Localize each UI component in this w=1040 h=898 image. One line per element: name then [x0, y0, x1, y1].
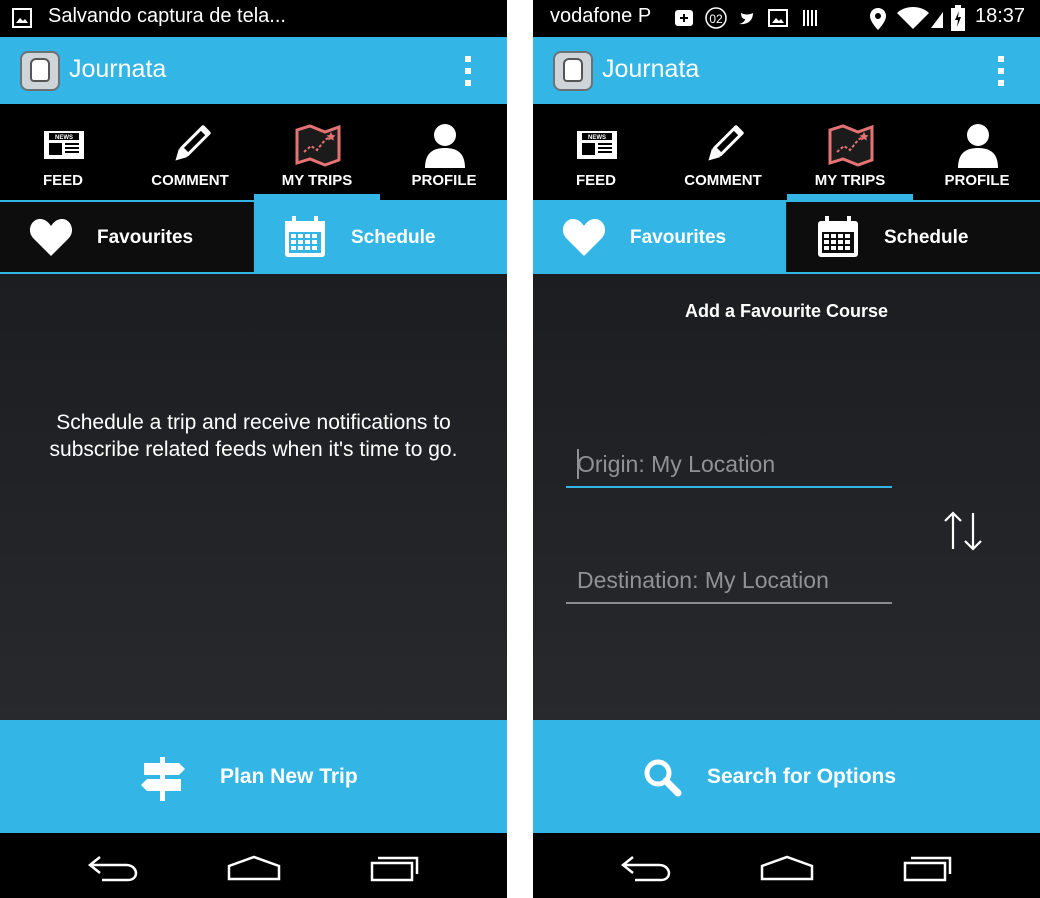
system-nav-bar: [0, 833, 507, 898]
swap-arrows-icon[interactable]: [941, 509, 985, 553]
clock: 18:37: [975, 5, 1026, 27]
tab-schedule-label: Schedule: [351, 227, 436, 248]
active-tab-indicator: [254, 194, 380, 200]
map-icon: [828, 124, 874, 167]
tab-my-trips-label: MY TRIPS: [814, 172, 886, 189]
destination-field[interactable]: [566, 560, 892, 604]
newspaper-icon: NEWS: [44, 131, 84, 159]
calendar-icon: [818, 216, 858, 257]
favourites-content: Add a Favourite Course: [533, 274, 1040, 720]
tab-profile-label: PROFILE: [944, 172, 1010, 189]
tab-comment[interactable]: COMMENT: [660, 104, 786, 200]
right-screen: vodafone P 02 18:37 Journata NEWS FEED C…: [533, 0, 1040, 898]
schedule-message: Schedule a trip and receive notification…: [49, 411, 458, 461]
location-icon: [870, 8, 886, 36]
app-logo: [553, 51, 593, 91]
left-screen: Salvando captura de tela... Journata NEW…: [0, 0, 507, 898]
battery-icon: [951, 5, 965, 37]
signpost-icon: [141, 757, 185, 801]
tab-my-trips[interactable]: MY TRIPS: [254, 104, 380, 200]
heart-icon: [562, 218, 606, 256]
tab-comment[interactable]: COMMENT: [127, 104, 253, 200]
origin-input[interactable]: [566, 444, 892, 484]
system-nav-bar: [533, 833, 1040, 898]
tab-my-trips[interactable]: MY TRIPS: [787, 104, 913, 200]
tab-profile-label: PROFILE: [411, 172, 477, 189]
svg-text:NEWS: NEWS: [588, 135, 606, 141]
status-bar: vodafone P 02 18:37: [533, 0, 1040, 37]
tab-my-trips-label: MY TRIPS: [281, 172, 353, 189]
recent-apps-icon[interactable]: [899, 849, 955, 883]
app-bar: Journata: [533, 37, 1040, 104]
status-text: Salvando captura de tela...: [48, 5, 286, 27]
app-title: Journata: [602, 55, 700, 83]
overflow-menu-icon[interactable]: [465, 56, 471, 86]
tab-schedule-label: Schedule: [884, 227, 969, 248]
back-icon[interactable]: [86, 849, 142, 883]
recent-apps-icon[interactable]: [366, 849, 422, 883]
home-icon[interactable]: [759, 849, 815, 883]
tab-feed-label: FEED: [575, 172, 616, 189]
search-icon: [644, 759, 682, 797]
search-for-options-button[interactable]: Search for Options: [533, 720, 1040, 833]
add-favourite-title: Add a Favourite Course: [684, 301, 889, 321]
status-bar: Salvando captura de tela...: [0, 0, 507, 37]
svg-text:02: 02: [709, 12, 723, 26]
tab-schedule[interactable]: Schedule: [254, 202, 507, 272]
app-title: Journata: [69, 55, 167, 83]
schedule-content: Schedule a trip and receive notification…: [0, 274, 507, 720]
pencil-icon: [708, 125, 744, 161]
tab-profile[interactable]: PROFILE: [381, 104, 507, 200]
home-icon[interactable]: [226, 849, 282, 883]
wifi-signal-icon: [897, 6, 945, 36]
tab-profile[interactable]: PROFILE: [914, 104, 1040, 200]
tab-favourites[interactable]: Favourites: [0, 202, 253, 272]
tab-favourites-label: Favourites: [630, 227, 727, 248]
overflow-menu-icon[interactable]: [998, 56, 1004, 86]
tab-feed-label: FEED: [42, 172, 83, 189]
tab-favourites-label: Favourites: [97, 227, 194, 248]
destination-input[interactable]: [566, 560, 892, 600]
search-for-options-label: Search for Options: [707, 765, 897, 788]
sub-tab-bar: Favourites Schedule: [533, 202, 1040, 274]
map-icon: [295, 124, 341, 167]
plan-new-trip-button[interactable]: Plan New Trip: [0, 720, 507, 833]
tab-comment-label: COMMENT: [151, 172, 229, 189]
calendar-icon: [285, 216, 325, 257]
origin-field[interactable]: [566, 444, 892, 488]
svg-text:NEWS: NEWS: [55, 135, 73, 141]
heart-icon: [29, 218, 73, 256]
notification-icons: 02: [673, 7, 833, 35]
main-tab-bar: NEWS FEED COMMENT MY TRIPS PROFILE: [0, 104, 507, 202]
sub-tab-bar: Favourites Schedule: [0, 202, 507, 274]
tab-schedule[interactable]: Schedule: [787, 202, 1040, 272]
user-icon: [958, 124, 998, 168]
app-logo: [20, 51, 60, 91]
tab-favourites[interactable]: Favourites: [533, 202, 786, 272]
active-tab-indicator: [787, 194, 913, 200]
tab-feed[interactable]: NEWS FEED: [0, 104, 126, 200]
carrier-name: vodafone P: [550, 5, 652, 27]
plan-new-trip-label: Plan New Trip: [220, 765, 358, 788]
newspaper-icon: NEWS: [577, 131, 617, 159]
tab-feed[interactable]: NEWS FEED: [533, 104, 659, 200]
main-tab-bar: NEWS FEED COMMENT MY TRIPS PROFILE: [533, 104, 1040, 202]
user-icon: [425, 124, 465, 168]
text-cursor: [577, 449, 579, 479]
image-notification-icon: [12, 8, 32, 34]
back-icon[interactable]: [619, 849, 675, 883]
app-bar: Journata: [0, 37, 507, 104]
pencil-icon: [175, 125, 211, 161]
tab-comment-label: COMMENT: [684, 172, 762, 189]
